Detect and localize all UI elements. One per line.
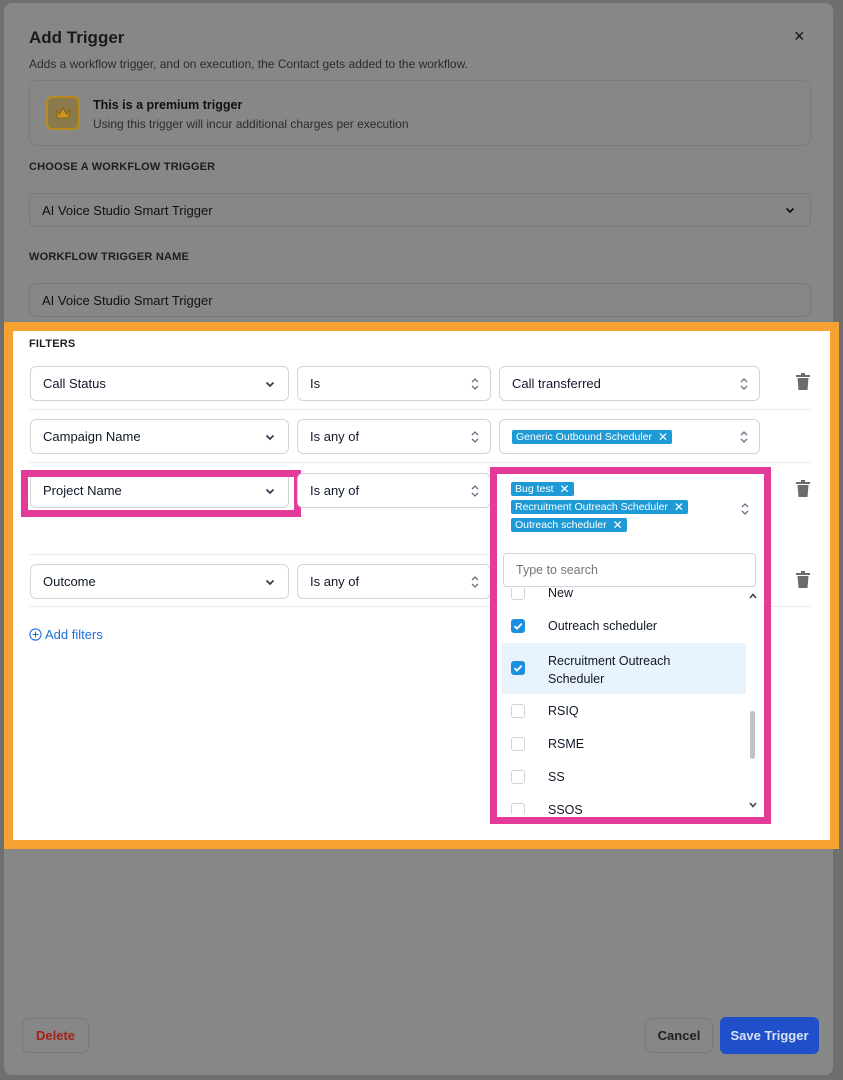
filter-value-select[interactable]: Call transferred bbox=[499, 366, 760, 401]
filter-operator-select[interactable]: Is bbox=[297, 366, 491, 401]
trash-icon[interactable] bbox=[795, 373, 811, 390]
dialog-title: Add Trigger bbox=[29, 28, 125, 47]
premium-subtitle: Using this trigger will incur additional… bbox=[93, 117, 409, 131]
sort-updown-icon bbox=[740, 431, 748, 443]
trigger-select[interactable]: AI Voice Studio Smart Trigger bbox=[29, 193, 811, 227]
dialog-subtitle: Adds a workflow trigger, and on executio… bbox=[29, 57, 468, 71]
row-divider bbox=[29, 462, 811, 463]
chevron-down-icon bbox=[785, 207, 795, 214]
filter-field-select[interactable]: Call Status bbox=[30, 366, 289, 401]
chevron-down-icon bbox=[265, 381, 275, 388]
remove-tag-icon[interactable]: ✕ bbox=[658, 431, 668, 443]
save-trigger-button[interactable]: Save Trigger bbox=[720, 1017, 819, 1054]
plus-circle-icon bbox=[29, 628, 42, 641]
add-filters-label: Add filters bbox=[45, 627, 103, 642]
filter-field-value: Campaign Name bbox=[43, 429, 141, 444]
cancel-button[interactable]: Cancel bbox=[645, 1018, 713, 1053]
filters-label: FILTERS bbox=[29, 338, 76, 350]
filter-operator-select[interactable]: Is any of bbox=[297, 473, 491, 508]
filter-value-text: Call transferred bbox=[512, 376, 601, 391]
filter-operator-value: Is any of bbox=[310, 429, 360, 444]
filter-field-value: Call Status bbox=[43, 376, 106, 391]
close-icon[interactable]: × bbox=[794, 26, 805, 47]
chevron-down-icon bbox=[265, 579, 275, 586]
sort-updown-icon bbox=[740, 378, 748, 390]
sort-updown-icon bbox=[471, 378, 479, 390]
sort-updown-icon bbox=[471, 431, 479, 443]
trigger-name-label: WORKFLOW TRIGGER NAME bbox=[29, 251, 190, 263]
crown-icon bbox=[46, 96, 80, 130]
sort-updown-icon bbox=[471, 576, 479, 588]
field-highlight-box bbox=[21, 470, 301, 517]
trigger-name-value: AI Voice Studio Smart Trigger bbox=[42, 293, 213, 308]
filter-value-multiselect[interactable]: Generic Outbound Scheduler ✕ bbox=[499, 419, 760, 454]
delete-button[interactable]: Delete bbox=[22, 1018, 89, 1053]
row-divider bbox=[29, 554, 499, 555]
premium-title: This is a premium trigger bbox=[93, 98, 243, 112]
trash-icon[interactable] bbox=[795, 571, 811, 588]
filter-operator-select[interactable]: Is any of bbox=[297, 564, 491, 599]
selected-tag: Generic Outbound Scheduler ✕ bbox=[512, 430, 673, 444]
tag-label: Generic Outbound Scheduler bbox=[516, 431, 653, 443]
trigger-name-input[interactable]: AI Voice Studio Smart Trigger bbox=[29, 283, 811, 317]
chevron-down-icon bbox=[265, 434, 275, 441]
add-filters-link[interactable]: Add filters bbox=[29, 627, 103, 642]
filter-operator-value: Is any of bbox=[310, 574, 360, 589]
filter-field-select[interactable]: Campaign Name bbox=[30, 419, 289, 454]
filter-operator-select[interactable]: Is any of bbox=[297, 419, 491, 454]
trigger-select-value: AI Voice Studio Smart Trigger bbox=[42, 203, 213, 218]
dropdown-highlight-box bbox=[490, 467, 771, 824]
filter-field-select[interactable]: Outcome bbox=[30, 564, 289, 599]
premium-notice: This is a premium trigger Using this tri… bbox=[29, 80, 811, 146]
filter-operator-value: Is any of bbox=[310, 483, 360, 498]
filter-operator-value: Is bbox=[310, 376, 321, 391]
row-divider bbox=[29, 409, 811, 410]
row-divider bbox=[29, 606, 499, 607]
choose-trigger-label: CHOOSE A WORKFLOW TRIGGER bbox=[29, 161, 216, 173]
sort-updown-icon bbox=[471, 485, 479, 497]
filter-field-value: Outcome bbox=[43, 574, 96, 589]
trash-icon[interactable] bbox=[795, 480, 811, 497]
